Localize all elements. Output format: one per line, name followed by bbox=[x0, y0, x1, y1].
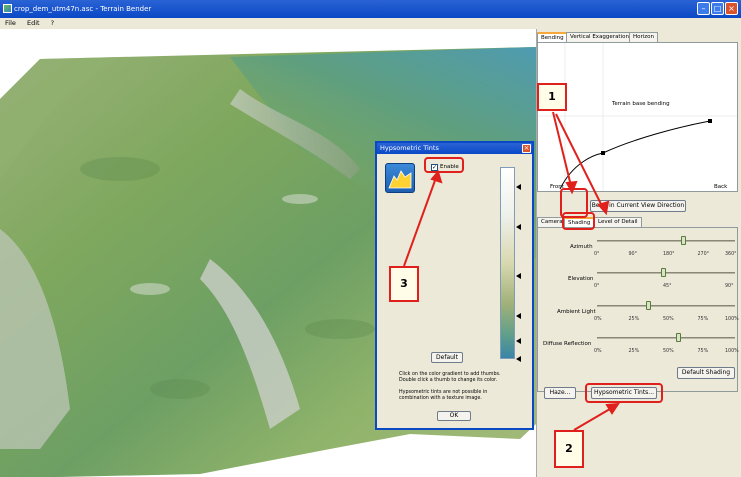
callout-number-2: 2 bbox=[554, 430, 584, 468]
callout-arrows bbox=[403, 111, 620, 431]
callout-number-3: 3 bbox=[389, 266, 419, 302]
callout-number-1: 1 bbox=[537, 83, 567, 111]
